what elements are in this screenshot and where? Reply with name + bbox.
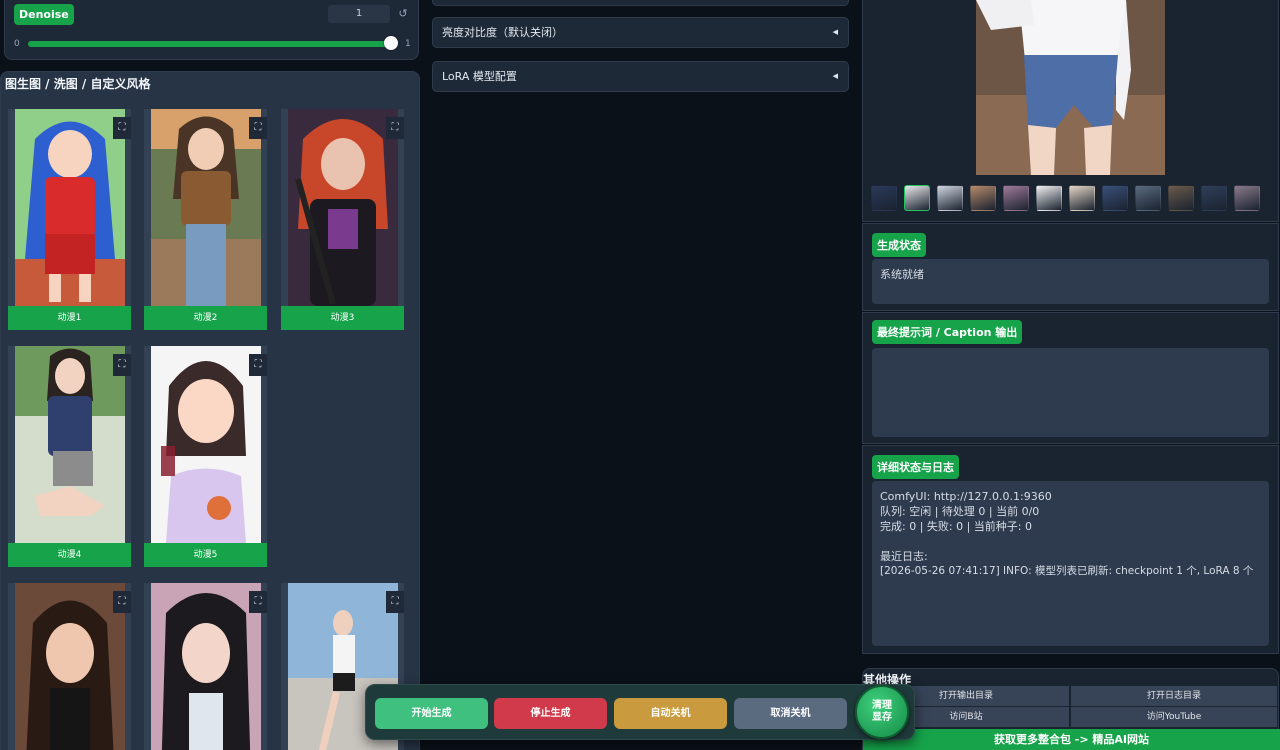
logs-panel: 详细状态与日志 ComfyUI: http://127.0.0.1:9360 队… <box>862 445 1279 654</box>
preview-thumbnail[interactable] <box>1135 185 1161 211</box>
action-bar: 开始生成 停止生成 自动关机 取消关机 清理显存 <box>365 684 915 740</box>
log-line: 完成: 0 | 失败: 0 | 当前种子: 0 <box>880 520 1033 533</box>
denoise-panel: Denoise 1 ↺ 0 1 <box>4 0 419 60</box>
reset-icon[interactable]: ↺ <box>394 5 412 23</box>
cancel-shutdown-button[interactable]: 取消关机 <box>734 698 847 729</box>
gallery-thumbnail[interactable]: ⛶ <box>8 583 131 750</box>
preview-thumbnail[interactable] <box>937 185 963 211</box>
anime-girl-image <box>150 109 261 306</box>
slider-max-label: 1 <box>405 39 411 49</box>
gallery-thumbnail[interactable]: ⛶ <box>144 583 267 750</box>
expand-icon[interactable]: ⛶ <box>113 354 131 376</box>
promo-link-bar[interactable]: 获取更多整合包 -> 精品AI网站 <box>863 729 1280 750</box>
expand-icon[interactable]: ⛶ <box>249 117 267 139</box>
gallery-item-4[interactable]: ⛶ 动漫4 <box>8 346 131 567</box>
accordion-label: 亮度对比度（默认关闭） <box>442 26 563 39</box>
preview-thumbnail[interactable] <box>1069 185 1095 211</box>
caption-output-textbox[interactable] <box>872 348 1269 437</box>
preview-thumbnail[interactable] <box>1168 185 1194 211</box>
log-line: [2026-05-26 07:41:17] INFO: 模型列表已刷新: che… <box>880 565 1254 577</box>
gallery-item-1[interactable]: ⛶ 动漫1 <box>8 109 131 330</box>
denoise-slider[interactable] <box>28 41 396 47</box>
preview-thumbnail[interactable] <box>871 185 897 211</box>
expand-icon[interactable]: ⛶ <box>113 117 131 139</box>
preview-thumbnail-strip <box>871 185 1260 213</box>
gallery-caption[interactable]: 动漫5 <box>144 543 267 567</box>
logs-label: 详细状态与日志 <box>872 455 959 479</box>
preview-thumbnail[interactable] <box>1003 185 1029 211</box>
clear-vram-button[interactable]: 清理显存 <box>855 685 909 739</box>
gallery-caption[interactable]: 动漫2 <box>144 306 267 330</box>
accordion-lora-config[interactable]: LoRA 模型配置 ◀ <box>432 61 849 92</box>
accordion-collapsed-top[interactable] <box>432 0 849 6</box>
realistic-girl-image <box>14 583 125 750</box>
status-textbox[interactable]: 系统就绪 <box>872 259 1269 304</box>
realistic-girl-image <box>150 583 261 750</box>
expand-icon[interactable]: ⛶ <box>386 591 404 613</box>
preview-thumbnail[interactable] <box>1201 185 1227 211</box>
gallery-caption[interactable]: 动漫1 <box>8 306 131 330</box>
style-gallery-title: 图生图 / 洗图 / 自定义风格 <box>5 77 151 91</box>
gallery-thumbnail[interactable]: ⛶ <box>144 109 267 306</box>
log-line: ComfyUI: http://127.0.0.1:9360 <box>880 490 1052 503</box>
preview-thumbnail[interactable] <box>1102 185 1128 211</box>
denoise-label: Denoise <box>14 4 74 25</box>
gallery-caption[interactable]: 动漫3 <box>281 306 404 330</box>
style-gallery-panel: 图生图 / 洗图 / 自定义风格 ⛶ 动漫1 ⛶ 动漫2 ⛶ 动漫3 ⛶ 动漫4… <box>0 71 420 750</box>
anime-girl-image <box>14 346 125 543</box>
expand-icon[interactable]: ⛶ <box>249 591 267 613</box>
denoise-value-input[interactable]: 1 <box>328 5 390 23</box>
anime-girl-image <box>14 109 125 306</box>
gallery-thumbnail[interactable]: ⛶ <box>8 346 131 543</box>
gallery-item-3[interactable]: ⛶ 动漫3 <box>281 109 404 330</box>
start-generation-button[interactable]: 开始生成 <box>375 698 488 729</box>
auto-shutdown-button[interactable]: 自动关机 <box>614 698 727 729</box>
preview-thumbnail[interactable] <box>970 185 996 211</box>
gallery-thumbnail[interactable]: ⛶ <box>281 109 404 306</box>
expand-icon[interactable]: ⛶ <box>386 117 404 139</box>
accordion-brightness-contrast[interactable]: 亮度对比度（默认关闭） ◀ <box>432 17 849 48</box>
gallery-caption[interactable]: 动漫4 <box>8 543 131 567</box>
anime-girl-image <box>287 109 398 306</box>
preview-photo <box>976 0 1165 175</box>
other-operations-panel: 其他操作 打开输出目录 打开日志目录 访问B站 访问YouTube 获取更多整合… <box>862 668 1280 750</box>
log-line: 最近日志: <box>880 550 928 563</box>
open-log-dir-button[interactable]: 打开日志目录 <box>1071 686 1277 706</box>
gallery-item-2[interactable]: ⛶ 动漫2 <box>144 109 267 330</box>
caption-output-panel: 最终提示词 / Caption 输出 <box>862 312 1279 444</box>
collapse-arrow-icon: ◀ <box>832 28 838 36</box>
accordion-label: LoRA 模型配置 <box>442 70 517 83</box>
preview-thumbnail[interactable] <box>1036 185 1062 211</box>
collapse-arrow-icon: ◀ <box>832 72 838 80</box>
visit-youtube-button[interactable]: 访问YouTube <box>1071 707 1277 727</box>
output-preview-panel <box>862 0 1279 222</box>
logs-textbox[interactable]: ComfyUI: http://127.0.0.1:9360 队列: 空闲 | … <box>872 481 1269 646</box>
preview-thumbnail[interactable] <box>904 185 930 211</box>
preview-thumbnail[interactable] <box>1234 185 1260 211</box>
output-preview-image[interactable] <box>976 0 1165 175</box>
gallery-thumbnail[interactable]: ⛶ <box>8 109 131 306</box>
gallery-item-6[interactable]: ⛶ <box>8 583 131 750</box>
status-panel: 生成状态 系统就绪 <box>862 223 1279 311</box>
gallery-item-7[interactable]: ⛶ <box>144 583 267 750</box>
gallery-thumbnail[interactable]: ⛶ <box>144 346 267 543</box>
caption-output-label: 最终提示词 / Caption 输出 <box>872 320 1023 344</box>
log-line: 队列: 空闲 | 待处理 0 | 当前 0/0 <box>880 505 1040 518</box>
status-label: 生成状态 <box>872 233 926 257</box>
denoise-slider-thumb[interactable] <box>384 36 398 50</box>
slider-min-label: 0 <box>14 39 20 49</box>
expand-icon[interactable]: ⛶ <box>113 591 131 613</box>
gallery-item-5[interactable]: ⛶ 动漫5 <box>144 346 267 567</box>
expand-icon[interactable]: ⛶ <box>249 354 267 376</box>
stop-generation-button[interactable]: 停止生成 <box>494 698 607 729</box>
clear-vram-label: 清理显存 <box>872 700 892 723</box>
anime-girl-image <box>150 346 261 543</box>
